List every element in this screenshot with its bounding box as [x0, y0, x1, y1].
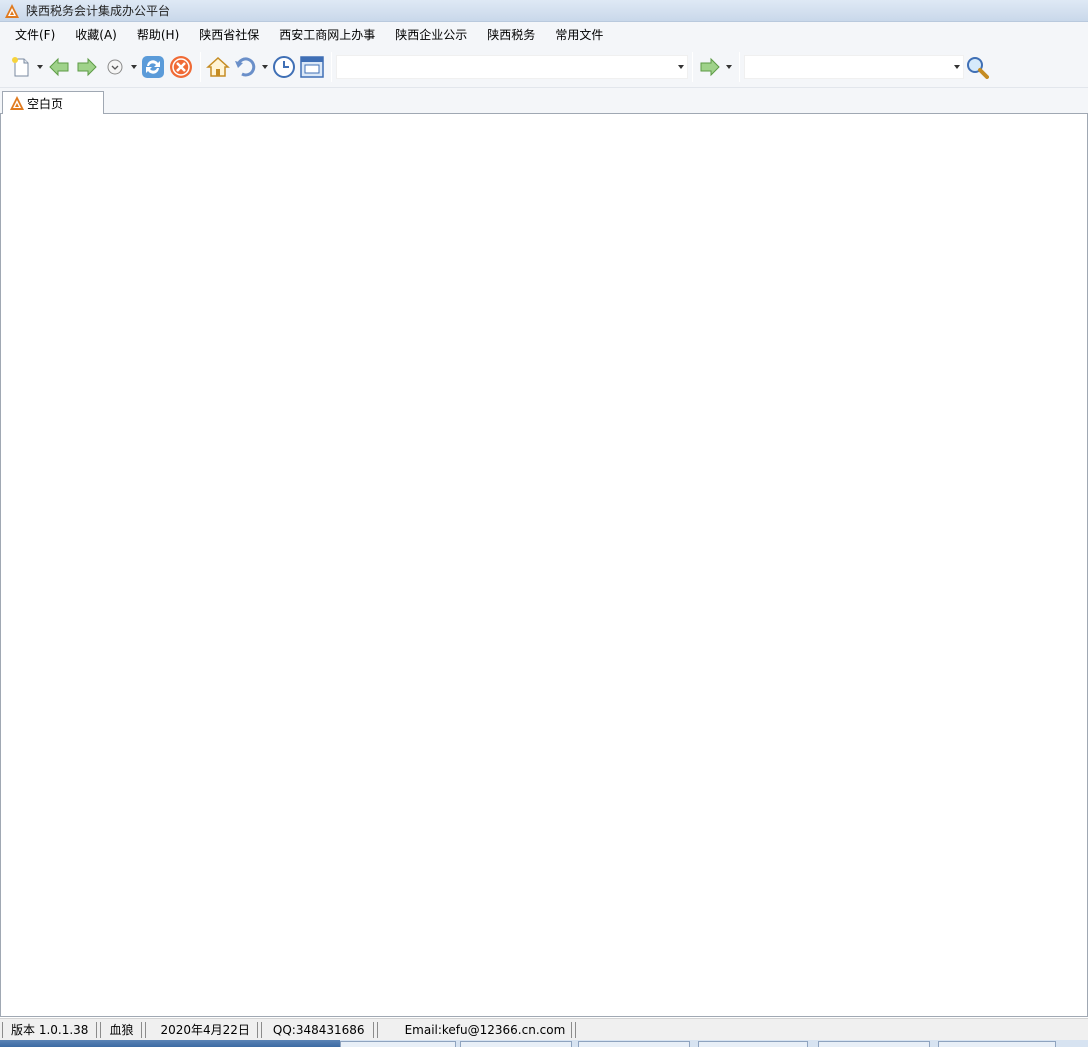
address-input[interactable] — [337, 56, 675, 77]
history-dropdown[interactable] — [130, 54, 138, 80]
home-icon — [206, 56, 230, 77]
toolbar-separator — [200, 51, 201, 82]
taskbar-button[interactable] — [460, 1041, 572, 1047]
search-dropdown-button[interactable] — [951, 56, 963, 78]
status-qq: QQ:348431686 — [260, 1021, 374, 1038]
stop-button[interactable] — [168, 54, 194, 80]
undo-dropdown[interactable] — [261, 54, 269, 80]
go-arrow-icon — [700, 57, 720, 76]
toolbar-separator — [331, 51, 332, 82]
tab-label: 空白页 — [27, 97, 64, 111]
history-button[interactable] — [271, 54, 297, 80]
title-bar: 陕西税务会计集成办公平台 — [0, 0, 1088, 22]
arrow-left-icon — [49, 57, 69, 76]
refresh-button[interactable] — [140, 54, 166, 80]
toolbar-separator — [692, 51, 693, 82]
chevron-down-icon — [37, 64, 43, 69]
taskbar-button[interactable] — [578, 1041, 690, 1047]
new-page-icon — [12, 56, 29, 76]
menu-file[interactable]: 文件(F) — [5, 24, 65, 45]
address-dropdown-button[interactable] — [675, 56, 687, 78]
refresh-icon — [142, 55, 164, 78]
taskbar-button[interactable] — [698, 1041, 808, 1047]
menu-xian-business[interactable]: 西安工商网上办事 — [269, 24, 385, 45]
taskbar-button[interactable] — [340, 1041, 456, 1047]
toolbar — [0, 46, 1088, 88]
clock-icon — [273, 55, 295, 78]
new-page-dropdown[interactable] — [36, 54, 44, 80]
search-icon — [967, 56, 989, 79]
status-bar: 版本 1.0.1.38 血狼 2020年4月22日 QQ:348431686 E… — [0, 1018, 1088, 1040]
tab-blank-page[interactable]: 空白页 — [2, 91, 104, 115]
status-email: Email:kefu@12366.cn.com — [376, 1021, 573, 1038]
taskbar-button[interactable] — [938, 1041, 1056, 1047]
taskbar-active-window[interactable] — [0, 1040, 340, 1047]
chevron-down-icon — [131, 64, 137, 69]
history-dropdown-button[interactable] — [102, 54, 128, 80]
menu-shaanxi-tax[interactable]: 陕西税务 — [477, 24, 545, 45]
new-page-button[interactable] — [8, 54, 34, 80]
tab-strip: 空白页 — [0, 88, 1088, 115]
undo-button[interactable] — [233, 54, 259, 80]
menu-enterprise-disclosure[interactable]: 陕西企业公示 — [385, 24, 477, 45]
search-input[interactable] — [745, 56, 951, 77]
menu-favorites[interactable]: 收藏(A) — [65, 24, 127, 45]
stop-icon — [170, 55, 192, 78]
window-title: 陕西税务会计集成办公平台 — [26, 4, 171, 18]
go-dropdown[interactable] — [725, 54, 733, 80]
taskbar-button[interactable] — [818, 1041, 930, 1047]
chevron-down-icon — [678, 64, 684, 69]
search-combo[interactable] — [744, 54, 964, 79]
app-logo-icon — [10, 96, 24, 110]
window-icon — [300, 55, 324, 78]
circle-chevron-down-icon — [107, 59, 123, 74]
browser-content[interactable] — [0, 114, 1088, 1017]
status-version: 版本 1.0.1.38 — [2, 1021, 98, 1038]
arrow-right-icon — [77, 57, 97, 76]
back-button[interactable] — [46, 54, 72, 80]
menu-social-security[interactable]: 陕西省社保 — [189, 24, 269, 45]
status-empty-panel — [575, 1021, 1085, 1038]
chevron-down-icon — [954, 64, 960, 69]
toolbar-separator — [739, 51, 740, 82]
app-logo-icon — [5, 3, 19, 18]
menu-common-files[interactable]: 常用文件 — [545, 24, 613, 45]
status-date: 2020年4月22日 — [145, 1021, 258, 1038]
undo-icon — [235, 57, 256, 76]
address-combo[interactable] — [336, 54, 688, 79]
search-button[interactable] — [964, 54, 990, 80]
go-button[interactable] — [697, 54, 723, 80]
home-button[interactable] — [205, 54, 231, 80]
status-user: 血狼 — [100, 1021, 143, 1038]
menu-bar: 文件(F) 收藏(A) 帮助(H) 陕西省社保 西安工商网上办事 陕西企业公示 … — [0, 22, 1088, 46]
menu-help[interactable]: 帮助(H) — [127, 24, 189, 45]
window-view-button[interactable] — [299, 54, 325, 80]
forward-button[interactable] — [74, 54, 100, 80]
chevron-down-icon — [726, 64, 732, 69]
chevron-down-icon — [262, 64, 268, 69]
